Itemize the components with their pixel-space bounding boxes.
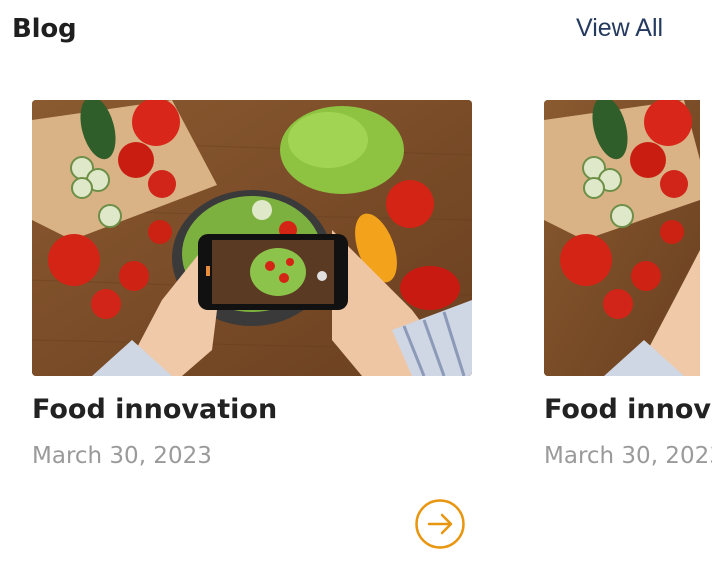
blog-card-title[interactable]: Food innovation	[544, 394, 712, 425]
blog-card-image[interactable]	[32, 100, 472, 376]
blog-section: Blog View All Food innovation March 30, …	[0, 0, 712, 588]
food-photo-icon	[32, 100, 472, 376]
food-photo-icon	[544, 100, 700, 376]
blog-card[interactable]: Food innovation March 30, 2023	[544, 100, 712, 469]
view-all-link[interactable]: View All	[576, 14, 663, 43]
blog-card[interactable]: Food innovation March 30, 2023	[32, 100, 472, 469]
blog-card-image[interactable]	[544, 100, 700, 376]
section-title: Blog	[12, 14, 77, 44]
blog-card-date: March 30, 2023	[32, 443, 212, 469]
blog-card-date: March 30, 2023	[544, 443, 712, 469]
next-button[interactable]	[414, 498, 466, 550]
blog-card-title[interactable]: Food innovation	[32, 394, 472, 425]
arrow-right-circle-icon	[415, 499, 465, 549]
